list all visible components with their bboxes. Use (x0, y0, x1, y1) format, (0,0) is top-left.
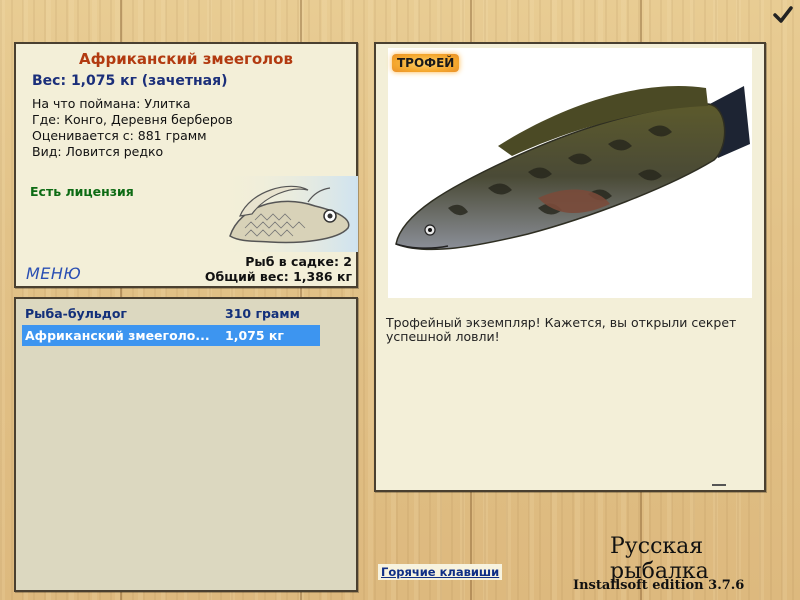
fish-info-panel: Африканский змееголов Вес: 1,075 кг (зач… (14, 42, 358, 288)
checkmark-icon[interactable] (772, 4, 794, 26)
trophy-badge: ТРОФЕЙ (392, 54, 460, 72)
list-item-weight: 1,075 кг (225, 328, 284, 343)
total-weight: Общий вес: 1,386 кг (204, 269, 352, 284)
catch-list-panel: Рыба-бульдог 310 грамм Африканский змеег… (14, 297, 358, 592)
list-item-name: Рыба-бульдог (25, 306, 127, 321)
fish-photo (388, 48, 752, 298)
game-title: Русская рыбалка (610, 534, 709, 584)
keepnet-count: Рыб в садке: 2 (245, 254, 352, 269)
fish-weight: Вес: 1,075 кг (зачетная) (32, 73, 228, 89)
hotkeys-link[interactable]: Горячие клавиши (378, 564, 503, 580)
fish-detail-panel: ТРОФЕЙ Трофейный экземпляр! Кажется, вы … (374, 42, 766, 492)
decorative-dash (712, 484, 726, 486)
value-info: Оценивается с: 881 грамм (32, 128, 207, 143)
menu-button[interactable]: МЕНЮ (26, 264, 81, 283)
list-item-selected[interactable]: Африканский змееголо... 1,075 кг (22, 325, 320, 346)
list-item-name: Африканский змееголо... (25, 328, 210, 343)
fish-description: Трофейный экземпляр! Кажется, вы открыли… (386, 315, 737, 344)
edition-label: Installsoft edition 3.7.6 (573, 578, 745, 593)
fish-logo-icon (220, 176, 358, 252)
fish-title: Африканский змееголов (79, 50, 293, 68)
rarity-info: Вид: Ловится редко (32, 144, 164, 159)
location-info: Где: Конго, Деревня берберов (32, 112, 233, 127)
list-item-weight: 310 грамм (225, 306, 300, 321)
license-status: Есть лицензия (30, 184, 134, 199)
list-item[interactable]: Рыба-бульдог 310 грамм (22, 303, 320, 324)
bait-info: На что поймана: Улитка (32, 96, 191, 111)
